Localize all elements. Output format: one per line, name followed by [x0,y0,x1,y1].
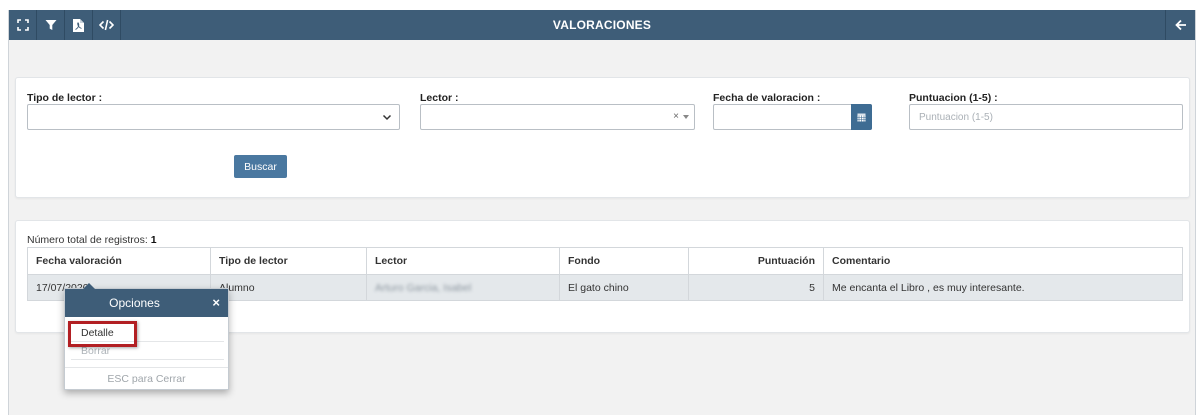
close-icon[interactable]: × [212,296,220,310]
calendar-icon[interactable] [851,104,872,130]
caret-down-icon [683,115,689,119]
total-records-count: 1 [150,234,157,246]
column-tipo-lector[interactable]: Tipo de lector [210,247,367,275]
cell-fondo[interactable]: El gato chino [559,274,689,301]
fecha-valoracion-label: Fecha de valoracion : [713,92,821,104]
top-bar: VALORACIONES [9,10,1195,40]
cell-tipo-lector[interactable]: Alumno [210,274,367,301]
cell-puntuacion[interactable]: 5 [688,274,824,301]
tipo-lector-select[interactable] [27,104,400,130]
fecha-valoracion-input[interactable] [713,104,872,130]
esc-close-hint[interactable]: ESC para Cerrar [65,367,228,389]
tipo-lector-label: Tipo de lector : [27,92,103,104]
toolbar [9,10,121,40]
popup-header: Opciones × [65,289,228,317]
puntuacion-input[interactable]: Puntuacion (1-5) [909,104,1183,130]
total-records-label: Número total de registros: [27,234,148,246]
column-fecha[interactable]: Fecha valoración [27,247,211,275]
lector-label: Lector : [420,92,459,104]
page-title: VALORACIONES [552,18,652,32]
lector-select[interactable]: × [420,104,695,130]
blurred-lector-name: Arturo Garcia, Isabel [375,281,472,294]
arrow-left-icon[interactable] [1165,10,1195,40]
pdf-icon[interactable] [65,10,93,40]
code-icon[interactable] [93,10,121,40]
cell-lector[interactable]: Arturo Garcia, Isabel [366,274,560,301]
column-lector[interactable]: Lector [366,247,560,275]
total-records: Número total de registros: 1 [27,234,157,246]
expand-icon[interactable] [9,10,37,40]
clear-icon[interactable]: × [673,111,679,122]
buscar-button[interactable]: Buscar [234,155,287,178]
table-header-row: Fecha valoración Tipo de lector Lector F… [27,247,1183,275]
highlight-box [68,321,137,347]
filters-panel: Tipo de lector : Lector : × Fecha de val… [15,77,1190,198]
column-fondo[interactable]: Fondo [559,247,689,275]
puntuacion-placeholder: Puntuacion (1-5) [919,112,993,123]
cell-comentario[interactable]: Me encanta el Libro , es muy interesante… [823,274,1183,301]
puntuacion-label: Puntuacion (1-5) : [909,92,998,104]
chevron-down-icon [382,114,392,121]
filter-icon[interactable] [37,10,65,40]
popup-title: Opciones [109,296,160,310]
column-puntuacion[interactable]: Puntuación [688,247,824,275]
column-comentario[interactable]: Comentario [823,247,1183,275]
